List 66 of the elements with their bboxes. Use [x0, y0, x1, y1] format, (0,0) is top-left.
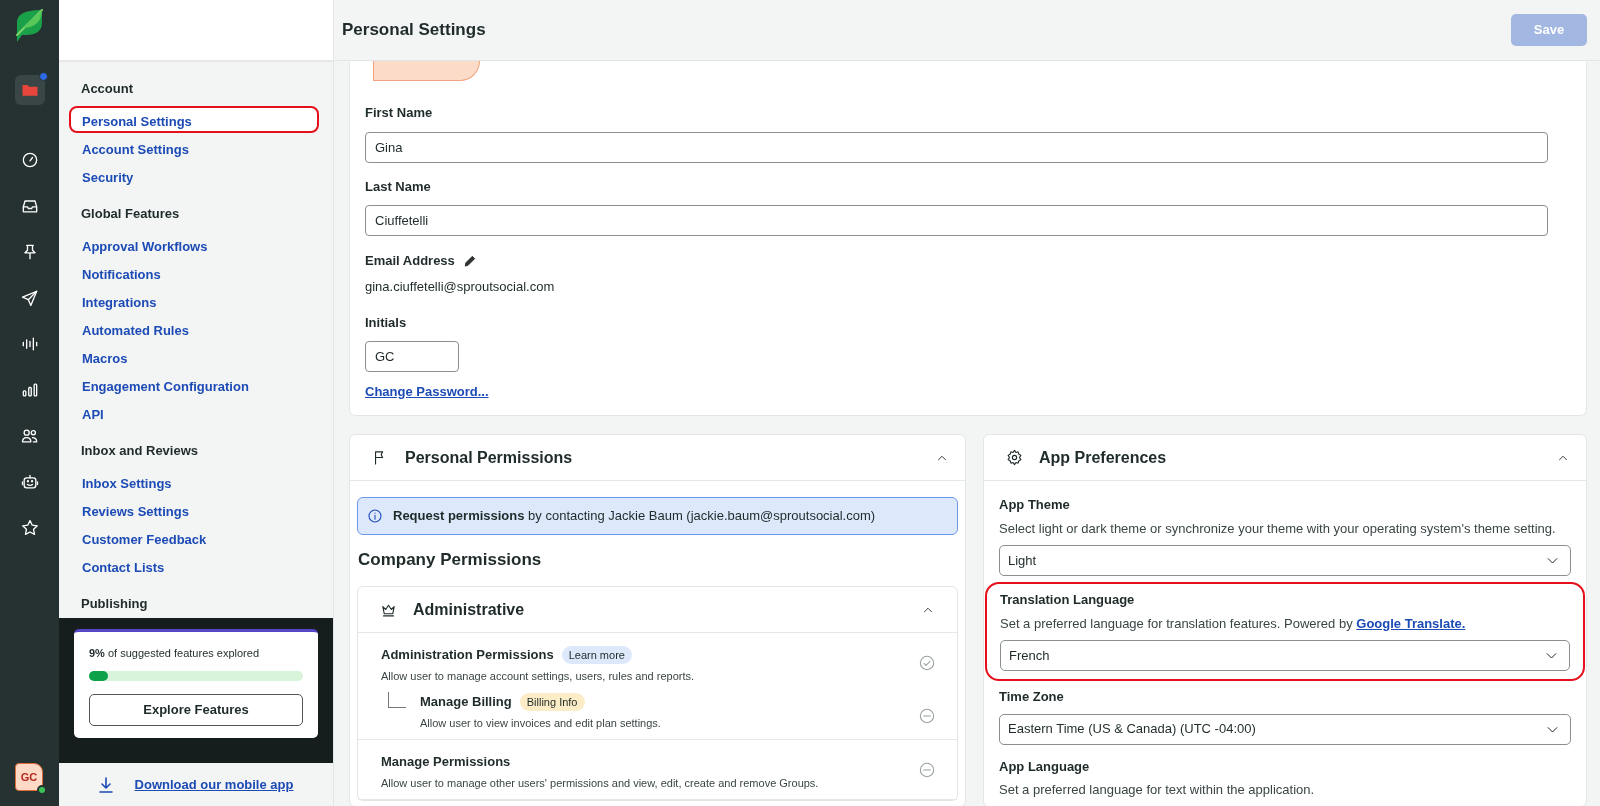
field-label: First Name [365, 104, 434, 122]
nav-section-heading: Inbox and Reviews [80, 442, 200, 460]
tag-badge[interactable]: Billing Info [519, 692, 585, 712]
nav-link[interactable]: Account Settings [69, 134, 319, 161]
setting-description: Set a preferred language for text within the application. [999, 781, 1316, 799]
nav-link[interactable]: Reviews Settings [69, 496, 319, 523]
nav-link[interactable]: Notifications [69, 259, 319, 286]
setting-label: App Theme [999, 496, 1071, 514]
permission-title: Administration Permissions [381, 646, 554, 665]
text-input[interactable]: Ciuffetelli [365, 205, 1548, 236]
permission-description: Allow user to view invoices and edit plan settings. [420, 715, 662, 731]
send-icon [19, 288, 40, 308]
nav-link[interactable]: Automated Rules [69, 315, 319, 342]
nav-link[interactable]: Integrations [69, 287, 319, 314]
pencil-icon [462, 253, 477, 268]
nav-link[interactable]: Approval Workflows [69, 231, 319, 258]
card-title: App Preferences [1039, 447, 1168, 468]
nav-section-heading: Publishing [80, 595, 149, 613]
email-text: gina.ciuffetelli@sproutsocial.com [365, 277, 556, 296]
nav-link[interactable]: API [69, 399, 319, 426]
nav-link[interactable]: Engagement Configuration [69, 371, 319, 398]
page-title: Personal Settings [342, 19, 486, 41]
explore-features-button[interactable]: Explore Features [89, 693, 303, 726]
setting-label: Time Zone [999, 688, 1065, 706]
field-label: Initials [365, 314, 408, 332]
setting-label: Translation Language [1000, 591, 1136, 609]
nav-section-heading: Account [80, 80, 134, 98]
google-translate-link[interactable]: Google Translate. [1356, 615, 1466, 631]
user-avatar[interactable]: GC [15, 763, 43, 791]
nav-link[interactable]: Customer Feedback [69, 524, 319, 551]
field-label: Email Address [365, 252, 455, 270]
nav-link[interactable]: Contact Lists [69, 552, 319, 579]
star-icon [19, 518, 40, 538]
tree-connector [388, 692, 406, 709]
nav-link[interactable]: Macros [69, 343, 319, 370]
group-title: Administrative [413, 600, 526, 620]
download-app-link[interactable]: Download our mobile app [134, 774, 294, 795]
download-icon [98, 776, 113, 793]
initials-input[interactable]: GC [365, 340, 459, 372]
nav-link[interactable]: Inbox Settings [69, 468, 319, 495]
card-title: Personal Permissions [405, 447, 574, 468]
setting-description: Set a preferred language for translation features. Powered by Google Translate. [1000, 614, 1467, 633]
permission-title: Manage Billing [420, 693, 512, 712]
permission-title: Manage Permissions [381, 753, 511, 772]
section-heading: Company Permissions [358, 550, 543, 571]
folder-button[interactable] [14, 75, 45, 105]
field-label: Last Name [365, 177, 432, 196]
tag-badge[interactable]: Learn more [561, 645, 632, 665]
nav-link[interactable]: Personal Settings [69, 106, 319, 133]
logo-icon [15, 9, 43, 43]
select-dropdown[interactable]: French [1000, 640, 1570, 671]
info-icon [367, 508, 383, 524]
progress-caption: 9% of suggested features explored [89, 646, 260, 661]
setting-label: App Language [999, 757, 1091, 776]
permission-description: Allow user to manage other users' permissions and view, edit, create and remove Groups. [381, 775, 820, 791]
nav-link[interactable]: Security [69, 162, 319, 189]
change-password-link[interactable]: Change Password... [365, 381, 489, 401]
alert-text: Request permissions by contacting Jackie Baum (jackie.baum@sproutsocial.com) [393, 507, 876, 526]
gear-icon [1006, 449, 1023, 466]
text-input[interactable]: Gina [365, 131, 1548, 163]
select-dropdown[interactable]: Eastern Time (US & Canada) (UTC -04:00) [999, 713, 1571, 745]
select-dropdown[interactable]: Light [999, 545, 1571, 576]
nav-section-heading: Global Features [80, 205, 181, 223]
permission-description: Allow user to manage account settings, users, rules and reports. [381, 668, 696, 684]
robot-icon [19, 472, 40, 492]
setting-description: Select light or dark theme or synchronize your theme with your operating system's theme setting. [999, 519, 1557, 538]
